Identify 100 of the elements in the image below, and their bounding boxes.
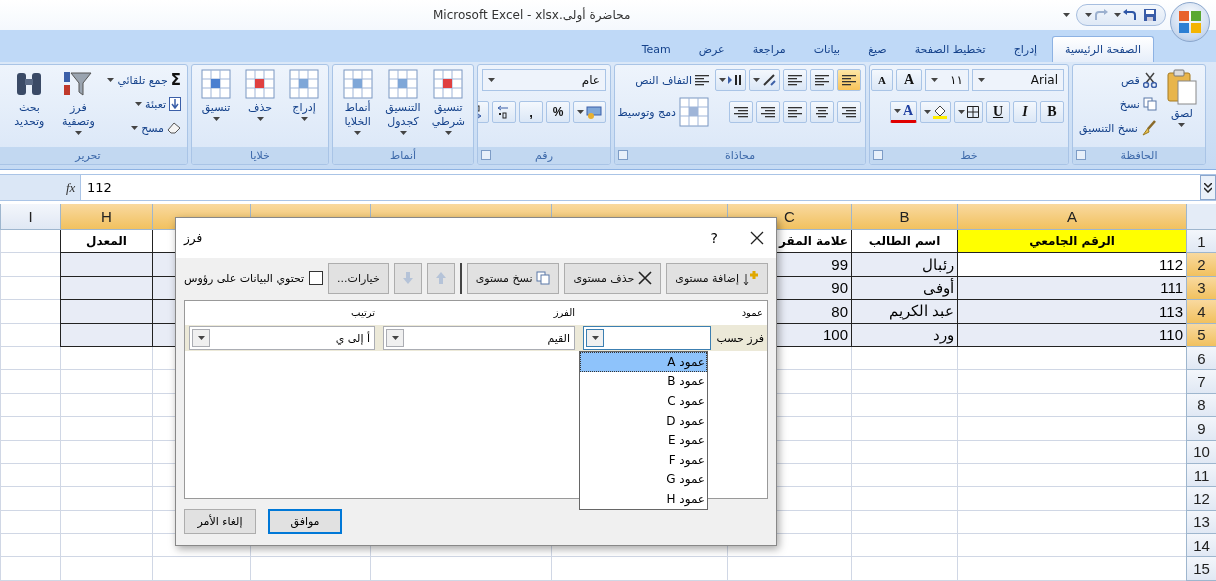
- row-header[interactable]: 5: [1186, 323, 1216, 347]
- row-header[interactable]: 10: [1186, 440, 1216, 464]
- clear-button[interactable]: مسح: [105, 117, 183, 139]
- table-cell: [0, 393, 60, 418]
- undo-button[interactable]: [1114, 9, 1137, 21]
- dialog-button[interactable]: إلغاء الأمر: [184, 508, 256, 534]
- row-header[interactable]: 15: [1186, 557, 1216, 581]
- wrap-text-icon: [695, 74, 709, 86]
- group-title: خط: [960, 149, 978, 162]
- copy-button[interactable]: نسخ: [1077, 93, 1159, 115]
- group-title: محاذاة: [724, 149, 756, 162]
- close-icon[interactable]: [750, 231, 764, 245]
- ribbon-tab[interactable]: مراجعة: [739, 36, 799, 62]
- ribbon-tab[interactable]: Team: [628, 36, 684, 62]
- italic-button[interactable]: I: [1013, 101, 1037, 123]
- sort-on-select[interactable]: القيم: [383, 326, 575, 350]
- column-header[interactable]: A: [957, 204, 1186, 230]
- dialog-button[interactable]: موافق: [268, 508, 342, 534]
- ribbon-tab[interactable]: إدراج: [1000, 36, 1051, 62]
- toolbar-button[interactable]: إضافة مستوى: [666, 262, 768, 294]
- underline-button[interactable]: U: [986, 101, 1010, 123]
- ribbon-tab[interactable]: بيانات: [800, 36, 854, 62]
- column-header[interactable]: I: [0, 204, 60, 230]
- toolbar-button[interactable]: نسخ مستوى: [466, 262, 560, 294]
- row-header[interactable]: 3: [1186, 276, 1216, 301]
- row-header[interactable]: 11: [1186, 463, 1216, 488]
- checkbox-label: تحتوي البيانات على رؤوس: [184, 271, 305, 285]
- table-cell: الرقم الجامعي: [957, 230, 1186, 254]
- font-name-field[interactable]: Arial: [972, 69, 1064, 91]
- office-logo-icon: [1178, 10, 1202, 34]
- ribbon-tab[interactable]: صيغ: [855, 36, 900, 62]
- shrink-font-button[interactable]: A: [871, 69, 893, 91]
- ribbon-tab[interactable]: تخطيط الصفحة: [901, 36, 999, 62]
- function-symbol[interactable]: fx: [0, 179, 80, 196]
- table-cell: [0, 230, 60, 254]
- dropdown-option[interactable]: عمود A: [580, 352, 707, 372]
- align-right-button[interactable]: [837, 101, 861, 123]
- currency-button[interactable]: [573, 101, 606, 123]
- save-button[interactable]: [1143, 8, 1157, 22]
- column-header[interactable]: B: [851, 204, 957, 230]
- bold-button[interactable]: B: [1040, 101, 1064, 123]
- order-select[interactable]: أ إلى ي: [189, 326, 375, 350]
- column-header[interactable]: H: [60, 204, 152, 230]
- text-direction-button[interactable]: [715, 69, 746, 91]
- checkbox[interactable]: [309, 271, 324, 285]
- caret-icon: [444, 131, 452, 135]
- align-center-icon: [815, 106, 829, 118]
- row-header[interactable]: 14: [1186, 534, 1216, 558]
- caret-icon: [931, 78, 938, 82]
- row-header[interactable]: 1: [1186, 230, 1216, 254]
- row-header[interactable]: 8: [1186, 393, 1216, 418]
- vertical-align-button[interactable]: [783, 69, 807, 91]
- funnel-icon: [63, 69, 94, 99]
- find-select-button[interactable]: بحث وتحديد: [7, 69, 52, 151]
- format-painter-button[interactable]: نسخ التنسيق: [1077, 117, 1159, 139]
- row-header[interactable]: 4: [1186, 300, 1216, 324]
- comma-button[interactable]: ,: [519, 101, 543, 123]
- table-cell: [0, 463, 60, 488]
- grow-font-button[interactable]: A: [896, 69, 922, 91]
- cut-button[interactable]: قص: [1077, 69, 1159, 91]
- vertical-align-button[interactable]: [837, 69, 861, 91]
- paint-bucket-icon: [933, 105, 947, 119]
- ribbon-tab[interactable]: الصفحة الرئيسية: [1052, 36, 1154, 62]
- office-button[interactable]: [1170, 2, 1210, 42]
- fill-button[interactable]: تعبئة: [105, 93, 183, 115]
- borders-button[interactable]: [954, 101, 983, 123]
- redo-button[interactable]: [1085, 9, 1108, 21]
- ribbon-tab[interactable]: عرض: [685, 36, 738, 62]
- number-format-field[interactable]: عام: [482, 69, 606, 91]
- toolbar-button[interactable]: حذف مستوى: [564, 262, 662, 294]
- insert-cells-icon: [289, 69, 319, 99]
- increase-indent-button[interactable]: [729, 101, 753, 123]
- customize-toolbar-button[interactable]: [1063, 13, 1070, 17]
- align-center-button[interactable]: [810, 101, 834, 123]
- column-select[interactable]: [583, 326, 711, 350]
- row-header[interactable]: 2: [1186, 253, 1216, 277]
- expand-formula-button[interactable]: [1200, 175, 1216, 200]
- row-header[interactable]: 7: [1186, 370, 1216, 394]
- row-header[interactable]: 12: [1186, 487, 1216, 511]
- orientation-button[interactable]: [749, 69, 780, 91]
- toolbar-button[interactable]: خيارات...: [328, 262, 389, 294]
- row-header[interactable]: 6: [1186, 346, 1216, 371]
- row-header[interactable]: 13: [1186, 510, 1216, 535]
- align-left-button[interactable]: [783, 101, 807, 123]
- clipboard-icon: [1166, 69, 1197, 105]
- font-color-button[interactable]: A: [889, 101, 917, 123]
- percent-button[interactable]: %: [546, 101, 570, 123]
- table-cell: [0, 557, 60, 581]
- decrease-indent-button[interactable]: [756, 101, 780, 123]
- formula-field[interactable]: 112: [80, 175, 1200, 200]
- row-header[interactable]: 9: [1186, 417, 1216, 441]
- diagonal-text-icon: [762, 74, 776, 86]
- fill-color-button[interactable]: [920, 101, 951, 123]
- caret-icon: [893, 109, 901, 113]
- font-size-field[interactable]: ١١: [925, 69, 969, 91]
- increase-decimal-button[interactable]: [492, 101, 516, 123]
- vertical-align-button[interactable]: [810, 69, 834, 91]
- help-mark[interactable]: ?: [710, 230, 718, 246]
- cell-brush-icon: [342, 69, 373, 99]
- sort-filter-button[interactable]: فرز وتصفية: [55, 69, 102, 151]
